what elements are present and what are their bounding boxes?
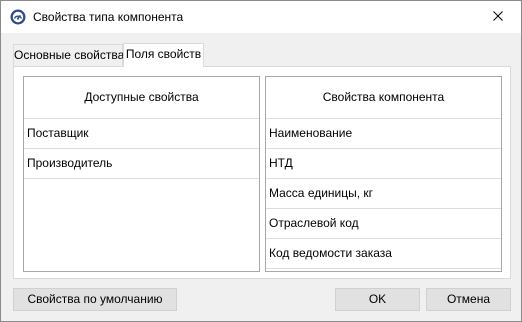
ok-button[interactable]: OK — [335, 288, 420, 311]
window-title: Свойства типа компонента — [33, 10, 184, 24]
list-item[interactable]: Наименование — [266, 119, 501, 149]
cancel-button[interactable]: Отмена — [426, 288, 511, 311]
list-item[interactable]: Масса единицы, кг — [266, 179, 501, 209]
component-properties-list[interactable]: Свойства компонента Наименование НТД Мас… — [265, 76, 502, 272]
app-icon — [10, 9, 26, 25]
list-header: Доступные свойства — [24, 77, 259, 119]
list-header: Свойства компонента — [266, 77, 501, 119]
default-properties-button[interactable]: Свойства по умолчанию — [13, 288, 177, 311]
dialog-window: Свойства типа компонента Основные свойст… — [0, 0, 522, 322]
title-bar[interactable]: Свойства типа компонента — [1, 1, 521, 33]
close-button[interactable] — [475, 1, 521, 32]
list-item[interactable]: Отраслевой код — [266, 209, 501, 239]
list-item[interactable]: НТД — [266, 149, 501, 179]
tab-main-properties[interactable]: Основные свойства — [13, 44, 124, 66]
list-item[interactable]: Код ведомости заказа — [266, 239, 501, 269]
list-item[interactable]: Поставщик — [24, 119, 259, 149]
tab-panel: Доступные свойства Поставщик Производите… — [13, 66, 511, 279]
available-properties-list[interactable]: Доступные свойства Поставщик Производите… — [23, 76, 260, 272]
close-icon — [493, 10, 503, 24]
tab-property-fields[interactable]: Поля свойств — [123, 43, 204, 67]
list-item[interactable]: Производитель — [24, 149, 259, 179]
